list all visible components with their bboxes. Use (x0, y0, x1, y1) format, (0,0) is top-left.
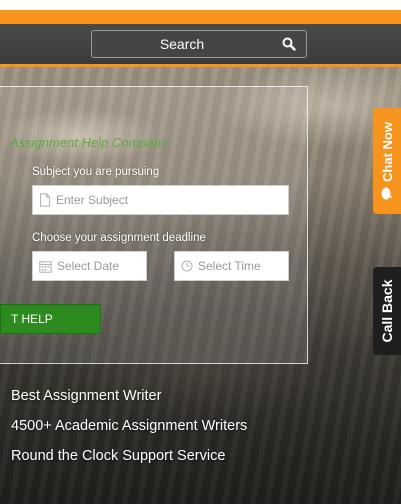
date-placeholder: Select Date (57, 259, 120, 273)
chat-now-label: Chat Now (379, 122, 395, 182)
call-back-label: Call Back (379, 279, 395, 343)
chat-now-tab[interactable]: Chat Now (373, 108, 401, 214)
clock-icon (181, 260, 193, 272)
subject-placeholder: Enter Subject (56, 193, 129, 207)
submit-button[interactable]: T HELP (0, 304, 101, 334)
feature-item: 4500+ Academic Assignment Writers (11, 418, 248, 434)
subject-input[interactable]: Enter Subject (32, 185, 289, 215)
form-title: Assignment Help Company (10, 135, 168, 150)
time-input[interactable]: Select Time (174, 251, 289, 281)
call-back-tab[interactable]: Call Back (373, 267, 401, 355)
feature-item: Best Assignment Writer (11, 388, 162, 404)
calendar-icon (39, 260, 52, 273)
search-label: Search (159, 36, 205, 52)
file-icon (39, 193, 51, 207)
date-input[interactable]: Select Date (32, 251, 147, 281)
nav-underline (0, 64, 401, 67)
top-strip (0, 0, 401, 10)
search-icon[interactable] (282, 37, 296, 51)
search-box[interactable]: Search (91, 30, 307, 58)
feature-item: Round the Clock Support Service (11, 448, 226, 464)
chat-icon (381, 187, 393, 200)
deadline-label: Choose your assignment deadline (32, 232, 206, 244)
top-accent-bar (0, 10, 401, 24)
subject-label: Subject you are pursuing (32, 166, 160, 178)
time-placeholder: Select Time (198, 259, 261, 273)
